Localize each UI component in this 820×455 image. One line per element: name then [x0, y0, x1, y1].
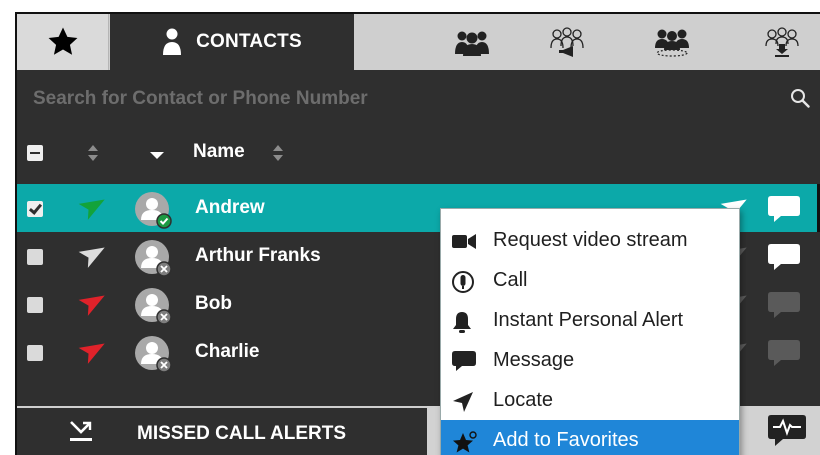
contact-name: Andrew — [195, 197, 265, 218]
message-icon[interactable] — [767, 338, 801, 373]
missed-call-alerts-tab[interactable]: MISSED CALL ALERTS — [17, 406, 427, 455]
contact-checkbox[interactable] — [27, 201, 43, 217]
menu-item-locate[interactable]: Locate — [441, 380, 739, 420]
contact-checkbox[interactable] — [27, 249, 43, 265]
avatar — [133, 190, 173, 230]
name-sort-arrows-icon[interactable] — [272, 144, 284, 162]
location-status-icon — [75, 193, 105, 228]
groups-icon — [455, 31, 489, 56]
tab-broadcast[interactable] — [532, 14, 602, 70]
menu-item-label: Call — [493, 269, 528, 291]
search-icon[interactable] — [790, 88, 810, 108]
contact-name: Arthur Franks — [195, 245, 321, 266]
search-bar — [17, 78, 820, 118]
contacts-panel: CONTACTS Search for Contact or Phone Num… — [15, 12, 820, 455]
name-column-header[interactable]: Name — [193, 141, 245, 163]
location-status-icon — [75, 241, 105, 276]
missed-call-alerts-label: MISSED CALL ALERTS — [137, 423, 347, 444]
menu-item-add-to-favorites[interactable]: Add to Favorites — [441, 420, 739, 455]
contact-checkbox[interactable] — [27, 345, 43, 361]
tab-contacts[interactable]: CONTACTS — [110, 14, 354, 70]
sort-arrows-icon[interactable] — [87, 144, 99, 162]
contact-name: Bob — [195, 293, 232, 314]
tab-favorites[interactable] — [17, 14, 109, 70]
menu-item-call[interactable]: Call — [441, 260, 739, 300]
message-icon[interactable] — [767, 290, 801, 325]
activity-chat-icon[interactable] — [767, 412, 807, 448]
contact-checkbox[interactable] — [27, 297, 43, 313]
broadcast-group-icon — [550, 27, 584, 57]
tab-bar: CONTACTS — [17, 14, 820, 70]
tab-conference[interactable] — [637, 14, 707, 70]
menu-item-label: Request video stream — [493, 229, 688, 251]
star-icon — [48, 27, 77, 55]
video-camera-icon — [451, 230, 476, 252]
menu-item-label: Locate — [493, 389, 554, 411]
bell-alert-icon — [451, 310, 473, 333]
message-icon[interactable] — [767, 194, 801, 229]
message-icon — [451, 350, 476, 372]
sort-descending-icon[interactable] — [149, 144, 165, 162]
menu-item-request-video-stream[interactable]: Request video stream — [441, 220, 739, 260]
conference-group-icon — [655, 29, 689, 57]
list-header: Name — [17, 132, 820, 176]
tab-groups[interactable] — [437, 14, 507, 70]
menu-item-label: Add to Favorites — [493, 429, 639, 451]
context-menu: Request video stream Call Instant Personal… — [440, 208, 740, 455]
location-status-icon — [75, 337, 105, 372]
location-status-icon — [75, 289, 105, 324]
select-all-checkbox[interactable] — [27, 145, 43, 161]
download-group-icon — [765, 27, 799, 57]
contact-name: Charlie — [195, 341, 260, 362]
avatar — [133, 286, 173, 326]
menu-item-label: Instant Personal Alert — [493, 309, 684, 331]
tab-contacts-label: CONTACTS — [196, 31, 302, 52]
locate-arrow-icon — [451, 390, 473, 412]
menu-item-label: Message — [493, 349, 575, 371]
avatar — [133, 238, 173, 278]
missed-call-icon — [70, 421, 92, 441]
menu-item-message[interactable]: Message — [441, 340, 739, 380]
star-add-icon — [451, 430, 477, 453]
message-icon[interactable] — [767, 242, 801, 277]
tab-download[interactable] — [747, 14, 817, 70]
avatar — [133, 334, 173, 374]
person-icon — [163, 28, 182, 55]
search-input[interactable] — [33, 84, 773, 114]
menu-item-instant-personal-alert[interactable]: Instant Personal Alert — [441, 300, 739, 340]
call-icon — [451, 270, 474, 293]
